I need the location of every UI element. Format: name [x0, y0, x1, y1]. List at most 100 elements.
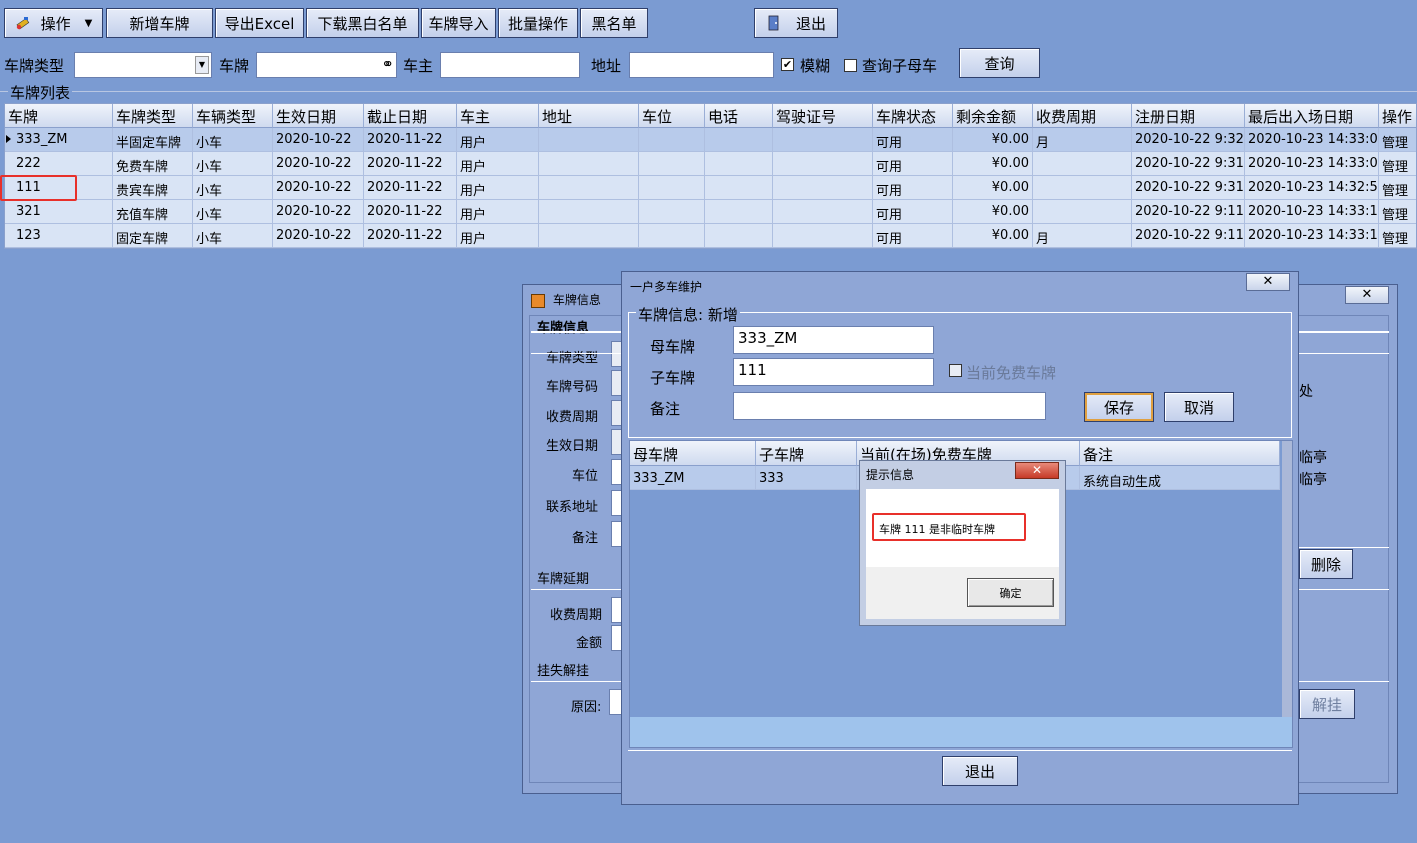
table-cell[interactable]: 管理 — [1379, 200, 1416, 224]
table-cell — [705, 200, 773, 224]
column-header[interactable]: 操作 — [1379, 104, 1416, 128]
table-cell — [1033, 152, 1132, 176]
right-line-4 — [1299, 589, 1389, 590]
plate-info-field-label: 车位 — [571, 469, 598, 484]
fuzzy-label: 模糊 — [800, 57, 831, 75]
table-cell: 2020-10-22 9:31 — [1132, 152, 1245, 176]
column-header[interactable]: 剩余金额 — [953, 104, 1033, 128]
column-header[interactable]: 驾驶证号 — [773, 104, 873, 128]
peek-text-3: 临亭 — [1299, 472, 1327, 488]
plate-info-field-label: 联系地址 — [545, 500, 598, 515]
alert-title: 提示信息 — [866, 468, 915, 482]
table-cell: 2020-10-22 9:31 — [1132, 176, 1245, 200]
close-icon[interactable]: ✕ — [1345, 286, 1389, 304]
section-divider — [531, 681, 621, 682]
table-cell: 半固定车牌 — [113, 128, 193, 152]
section-divider — [531, 331, 621, 333]
export-excel-button[interactable]: 导出Excel — [215, 8, 304, 38]
column-header[interactable]: 电话 — [705, 104, 773, 128]
owner-input[interactable] — [440, 52, 580, 78]
table-cell[interactable]: 管理 — [1379, 224, 1416, 248]
fuzzy-checkbox[interactable]: ✔ — [781, 58, 794, 71]
binoculars-icon[interactable]: ⚭ — [381, 55, 394, 73]
table-cell — [639, 152, 705, 176]
plate-extend-field-label: 收费周期 — [549, 608, 602, 623]
query-button[interactable]: 查询 — [959, 48, 1040, 78]
column-header[interactable]: 车牌 — [5, 104, 113, 128]
right-line-1 — [1299, 331, 1389, 333]
alert-dialog: 提示信息 ✕ 车牌 111 是非临时车牌 确定 — [859, 460, 1066, 626]
chevron-down-icon: ▼ — [84, 17, 93, 29]
subgrid-column-header[interactable]: 备注 — [1080, 441, 1280, 466]
remark-input[interactable] — [733, 392, 1046, 420]
close-icon[interactable]: ✕ — [1015, 462, 1059, 479]
table-cell: 可用 — [873, 152, 953, 176]
free-plate-checkbox[interactable] — [949, 364, 962, 377]
plate-input[interactable]: ⚭ — [256, 52, 397, 78]
plate-grid[interactable]: 车牌 车牌类型 车辆类型 生效日期 截止日期 车主 地址 车位 电话 驾驶证号 车牌状态 剩余金额 收费… — [4, 103, 1417, 249]
table-cell: 小车 — [193, 152, 273, 176]
table-cell: 2020-10-22 9:11 — [1132, 224, 1245, 248]
save-button[interactable]: 保存 — [1084, 392, 1154, 422]
table-cell: 2020-10-22 — [273, 224, 364, 248]
column-header[interactable]: 车位 — [639, 104, 705, 128]
add-plate-button[interactable]: 新增车牌 — [106, 8, 213, 38]
column-header[interactable]: 生效日期 — [273, 104, 364, 128]
table-cell: 2020-10-23 14:32:58 — [1245, 176, 1379, 200]
highlight-alert-message — [872, 513, 1026, 541]
subgrid-column-header[interactable]: 母车牌 — [630, 441, 756, 466]
column-header[interactable]: 地址 — [539, 104, 639, 128]
subgrid-column-header[interactable]: 子车牌 — [756, 441, 857, 466]
window-exit-button[interactable]: 退出 — [942, 756, 1018, 786]
column-header[interactable]: 截止日期 — [364, 104, 457, 128]
table-cell: 小车 — [193, 128, 273, 152]
table-cell: 2020-11-22 — [364, 152, 457, 176]
sub-parent-checkbox[interactable] — [844, 59, 857, 72]
plate-type-select[interactable]: ▼ — [74, 52, 212, 78]
exit-button[interactable]: 退出 — [754, 8, 838, 38]
address-input[interactable] — [629, 52, 774, 78]
batch-operate-button[interactable]: 批量操作 — [498, 8, 578, 38]
table-cell[interactable]: 管理 — [1379, 152, 1416, 176]
close-icon[interactable]: ✕ — [1246, 273, 1290, 291]
column-header[interactable]: 最后出入场日期 — [1245, 104, 1379, 128]
column-header[interactable]: 注册日期 — [1132, 104, 1245, 128]
column-header[interactable]: 车牌类型 — [113, 104, 193, 128]
child-plate-input[interactable]: 111 — [733, 358, 934, 386]
multi-car-titlebar: 一户多车维护 — [630, 280, 703, 294]
parent-plate-input[interactable]: 333_ZM — [733, 326, 934, 354]
column-header[interactable]: 车牌状态 — [873, 104, 953, 128]
table-cell: 2020-10-22 — [273, 128, 364, 152]
import-plate-button[interactable]: 车牌导入 — [421, 8, 496, 38]
group-title: 车牌信息: 新增 — [636, 304, 740, 325]
peek-text-2: 临亭 — [1299, 450, 1327, 466]
column-header[interactable]: 收费周期 — [1033, 104, 1132, 128]
table-cell: 2020-10-22 — [273, 176, 364, 200]
table-cell: 可用 — [873, 200, 953, 224]
table-cell: 2020-10-22 9:11 — [1132, 200, 1245, 224]
table-cell: 2020-10-22 9:32 — [1132, 128, 1245, 152]
operate-label: 操作 — [40, 14, 71, 33]
plate-info-field-label: 生效日期 — [545, 439, 598, 454]
delete-button[interactable]: 删除 — [1299, 549, 1353, 579]
column-header[interactable]: 车辆类型 — [193, 104, 273, 128]
download-blackwhite-button[interactable]: 下载黑白名单 — [306, 8, 419, 38]
table-cell: ¥0.00 — [953, 176, 1033, 200]
table-cell[interactable]: 管理 — [1379, 176, 1416, 200]
table-cell — [705, 224, 773, 248]
cancel-button[interactable]: 取消 — [1164, 392, 1234, 422]
owner-label: 车主 — [403, 57, 434, 75]
column-header[interactable]: 车主 — [457, 104, 539, 128]
table-cell: 2020-10-22 — [273, 152, 364, 176]
exit-label: 退出 — [795, 14, 826, 33]
ok-button[interactable]: 确定 — [967, 578, 1054, 607]
exit-divider — [628, 750, 1292, 751]
table-cell[interactable]: 管理 — [1379, 128, 1416, 152]
operate-button[interactable]: 操作 ▼ — [4, 8, 103, 38]
table-cell: 可用 — [873, 128, 953, 152]
subgrid-scrollbar[interactable] — [1282, 441, 1292, 747]
blacklist-button[interactable]: 黑名单 — [580, 8, 648, 38]
subgrid-cell: 系统自动生成 — [1080, 466, 1280, 490]
unlock-button[interactable]: 解挂 — [1299, 689, 1355, 719]
peek-text-1: 处 — [1299, 384, 1313, 400]
